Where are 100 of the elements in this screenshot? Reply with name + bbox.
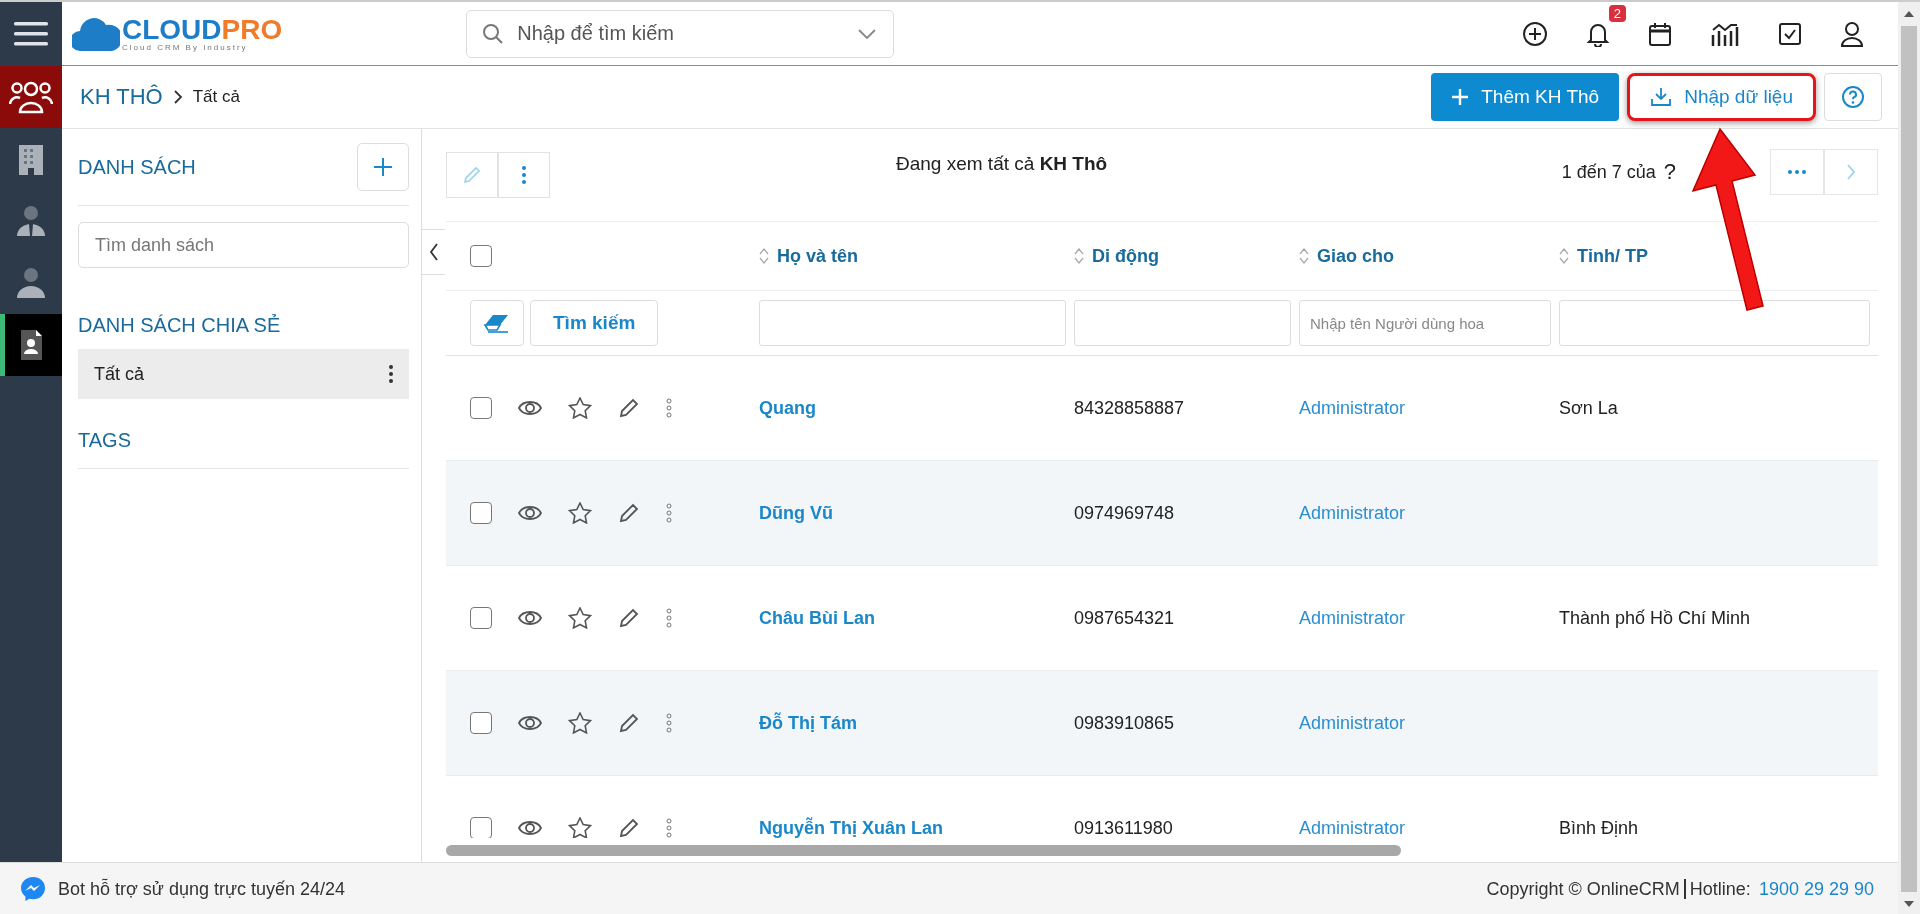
chevron-right-icon [1846, 164, 1856, 180]
plus-icon [373, 157, 393, 177]
total-count: ? [1663, 159, 1676, 185]
name-link[interactable]: Quang [759, 397, 816, 418]
column-header[interactable]: Giao cho [1317, 245, 1394, 267]
assignee-link[interactable]: Administrator [1299, 502, 1406, 523]
user-icon[interactable] [1840, 20, 1864, 47]
eye-icon[interactable] [518, 609, 542, 627]
support-text[interactable]: Bot hỗ trợ sử dụng trực tuyến 24/24 [58, 878, 346, 900]
view-title: Đang xem tất cả KH Thô [896, 153, 1108, 175]
filter-field[interactable]: Nhập tên Người dùng hoa [1299, 300, 1551, 346]
clear-filter-button[interactable] [470, 300, 524, 346]
add-circle-icon[interactable] [1522, 20, 1548, 47]
column-header[interactable]: Họ và tên [777, 245, 859, 267]
hotline-label: Hotline: [1689, 878, 1751, 900]
messenger-icon[interactable] [20, 876, 46, 902]
breadcrumb-current: Tất cả [192, 87, 240, 107]
help-icon [1841, 85, 1865, 109]
assignee-link[interactable]: Administrator [1299, 817, 1406, 838]
list-item-label: Tất cả [94, 363, 145, 385]
row-checkbox[interactable] [470, 817, 492, 838]
people-icon [9, 79, 53, 115]
section-title: DANH SÁCH [78, 155, 196, 179]
search-field[interactable]: Nhập để tìm kiếm [466, 9, 895, 58]
list-search-field[interactable]: Tìm danh sách [78, 222, 409, 268]
table-cell: Bình Định [1559, 817, 1639, 838]
module-title[interactable]: KH THÔ [80, 84, 163, 110]
assignee-link[interactable]: Administrator [1299, 712, 1406, 733]
download-icon [1650, 87, 1673, 107]
menu-icon[interactable] [14, 19, 48, 48]
copyright-text: Copyright © OnlineCRM [1486, 878, 1680, 900]
horizontal-scrollbar[interactable] [446, 844, 1401, 856]
eraser-icon [484, 313, 510, 333]
select-all-checkbox[interactable] [470, 245, 492, 267]
eye-icon[interactable] [518, 714, 542, 732]
star-icon[interactable] [568, 712, 592, 734]
pencil-icon[interactable] [618, 397, 640, 419]
eye-icon[interactable] [518, 819, 542, 837]
scroll-down-icon[interactable] [1904, 900, 1914, 908]
person-icon [17, 267, 45, 299]
pencil-icon[interactable] [618, 607, 640, 629]
eye-icon[interactable] [518, 399, 542, 417]
star-icon[interactable] [568, 607, 592, 629]
table-cell: Sơn La [1559, 397, 1618, 418]
chevron-left-icon [428, 243, 439, 261]
row-checkbox[interactable] [470, 397, 492, 419]
notification-badge: 2 [1608, 4, 1626, 22]
calendar-icon[interactable] [1648, 20, 1672, 47]
hotline-link[interactable]: 1900 29 29 90 [1758, 878, 1874, 900]
scroll-up-icon[interactable] [1904, 10, 1914, 18]
column-header[interactable]: Tỉnh/ TP [1577, 245, 1648, 267]
pencil-icon [462, 165, 482, 185]
list-item[interactable]: Tất cả [78, 349, 409, 399]
name-link[interactable]: Đỗ Thị Tám [759, 712, 857, 733]
more-horizontal-icon [1788, 170, 1806, 174]
row-checkbox[interactable] [470, 502, 492, 524]
checkbox-icon[interactable] [1778, 21, 1802, 46]
pencil-icon[interactable] [618, 712, 640, 734]
assignee-link[interactable]: Administrator [1299, 397, 1406, 418]
module-item[interactable] [0, 66, 62, 128]
filter-field[interactable] [1559, 300, 1870, 346]
search-icon [482, 22, 505, 45]
table-cell: 84328858887 [1074, 397, 1185, 418]
row-checkbox[interactable] [470, 607, 492, 629]
plus-icon [1451, 88, 1470, 106]
table-cell: 0974969748 [1074, 502, 1175, 523]
chevron-right-icon [172, 90, 183, 104]
table-cell: 0913611980 [1074, 817, 1173, 838]
building-icon [18, 143, 44, 175]
name-link[interactable]: Nguyễn Thị Xuân Lan [759, 817, 943, 838]
star-icon[interactable] [568, 502, 592, 524]
name-link[interactable]: Châu Bùi Lan [759, 607, 875, 628]
eye-icon[interactable] [518, 504, 542, 522]
filter-field[interactable] [1074, 300, 1291, 346]
row-checkbox[interactable] [470, 712, 492, 734]
name-link[interactable]: Dũng Vũ [759, 502, 833, 523]
section-title: TAGS [78, 429, 409, 469]
vertical-scrollbar[interactable] [1898, 2, 1920, 914]
rail-item[interactable] [0, 314, 62, 376]
help-button[interactable] [1824, 73, 1882, 121]
add-list-button[interactable] [357, 143, 409, 191]
search-button[interactable]: Tìm kiếm [530, 300, 659, 346]
star-icon[interactable] [568, 397, 592, 419]
contact-file-icon [19, 329, 43, 361]
filter-field[interactable] [759, 300, 1066, 346]
pencil-icon[interactable] [618, 502, 640, 524]
import-button[interactable]: Nhập dữ liệu [1627, 73, 1816, 121]
table-cell: 0983910865 [1074, 712, 1175, 733]
assignee-link[interactable]: Administrator [1299, 607, 1406, 628]
businessman-icon [17, 205, 45, 237]
add-button[interactable]: Thêm KH Thô [1431, 73, 1620, 121]
section-title: DANH SÁCH CHIA SẺ [78, 314, 282, 337]
pencil-icon[interactable] [618, 817, 640, 838]
more-vertical-icon [522, 166, 526, 184]
star-icon[interactable] [568, 817, 592, 838]
more-vertical-icon[interactable] [389, 365, 393, 383]
collapse-button[interactable] [421, 229, 445, 275]
page-range: 1 đến 7 của [1561, 161, 1656, 183]
column-header[interactable]: Di động [1092, 245, 1159, 267]
logo[interactable]: CLOUDPRO Cloud CRM By Industry [72, 14, 283, 53]
